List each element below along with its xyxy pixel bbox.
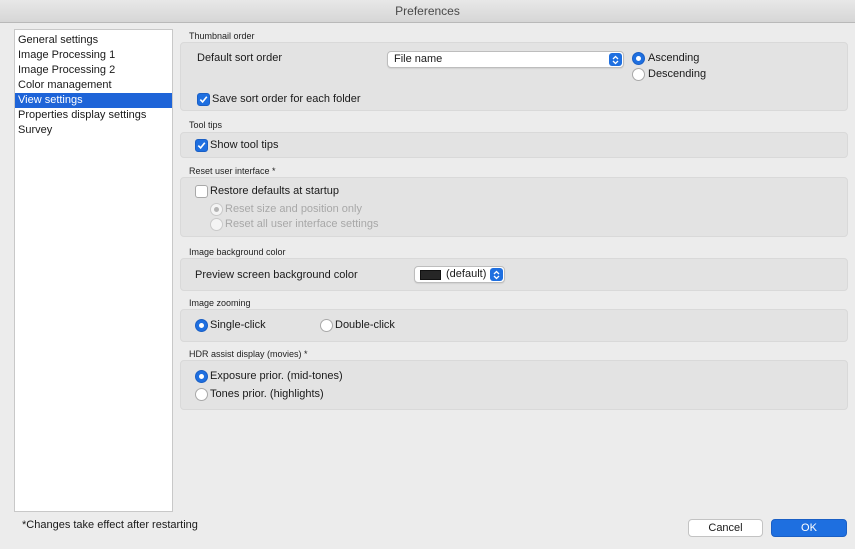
hdr-assist-heading: HDR assist display (movies) * xyxy=(189,349,308,359)
sidebar-item-view-settings[interactable]: View settings xyxy=(15,93,172,108)
background-color-value: (default) xyxy=(446,268,487,280)
chevron-updown-icon xyxy=(490,268,503,281)
checkmark-icon xyxy=(199,96,208,104)
save-sort-order-checkbox[interactable] xyxy=(197,93,210,106)
single-click-label[interactable]: Single-click xyxy=(210,319,266,331)
image-background-heading: Image background color xyxy=(189,247,286,257)
reset-size-position-label[interactable]: Reset size and position only xyxy=(225,203,362,215)
ok-button[interactable]: OK xyxy=(771,519,847,537)
sidebar-item-survey[interactable]: Survey xyxy=(15,123,172,138)
restore-defaults-checkbox[interactable] xyxy=(195,185,208,198)
tones-prior-label[interactable]: Tones prior. (highlights) xyxy=(210,388,324,400)
descending-radio[interactable] xyxy=(632,68,645,81)
ascending-radio[interactable] xyxy=(632,52,645,65)
cancel-button[interactable]: Cancel xyxy=(688,519,763,537)
sort-order-select[interactable]: File name xyxy=(387,51,624,68)
tool-tips-heading: Tool tips xyxy=(189,120,223,130)
descending-label[interactable]: Descending xyxy=(648,68,706,80)
reset-all-settings-label[interactable]: Reset all user interface settings xyxy=(225,218,378,230)
reset-ui-heading: Reset user interface * xyxy=(189,166,276,176)
exposure-prior-radio[interactable] xyxy=(195,370,208,383)
restore-defaults-label[interactable]: Restore defaults at startup xyxy=(210,185,339,197)
restart-note: *Changes take effect after restarting xyxy=(22,519,198,531)
double-click-label[interactable]: Double-click xyxy=(335,319,395,331)
image-background-group: Preview screen background color (default… xyxy=(180,258,848,291)
sidebar-item-color-management[interactable]: Color management xyxy=(15,78,172,93)
sidebar-item-general-settings[interactable]: General settings xyxy=(15,33,172,48)
chevron-updown-icon xyxy=(609,53,622,66)
single-click-radio[interactable] xyxy=(195,319,208,332)
checkmark-icon xyxy=(197,142,206,150)
show-tool-tips-checkbox[interactable] xyxy=(195,139,208,152)
show-tool-tips-label[interactable]: Show tool tips xyxy=(210,139,278,151)
image-zooming-heading: Image zooming xyxy=(189,298,251,308)
thumbnail-order-heading: Thumbnail order xyxy=(189,31,255,41)
sidebar-item-image-processing-1[interactable]: Image Processing 1 xyxy=(15,48,172,63)
image-zooming-group: Single-click Double-click xyxy=(180,309,848,342)
reset-size-position-radio[interactable] xyxy=(210,203,223,216)
preview-background-label: Preview screen background color xyxy=(195,269,358,281)
save-sort-order-label[interactable]: Save sort order for each folder xyxy=(212,93,361,105)
category-list: General settings Image Processing 1 Imag… xyxy=(14,29,173,512)
exposure-prior-label[interactable]: Exposure prior. (mid-tones) xyxy=(210,370,343,382)
reset-ui-group: Restore defaults at startup Reset size a… xyxy=(180,177,848,237)
sidebar-item-image-processing-2[interactable]: Image Processing 2 xyxy=(15,63,172,78)
sort-order-value: File name xyxy=(394,53,443,65)
hdr-assist-group: Exposure prior. (mid-tones) Tones prior.… xyxy=(180,360,848,410)
tool-tips-group: Show tool tips xyxy=(180,132,848,158)
sidebar-item-properties-display-settings[interactable]: Properties display settings xyxy=(15,108,172,123)
thumbnail-order-group: Default sort order File name Ascending D… xyxy=(180,42,848,111)
default-sort-order-label: Default sort order xyxy=(197,52,282,64)
ascending-label[interactable]: Ascending xyxy=(648,52,699,64)
reset-all-settings-radio[interactable] xyxy=(210,218,223,231)
window-title: Preferences xyxy=(0,0,855,23)
background-color-select[interactable]: (default) xyxy=(414,266,505,283)
color-swatch xyxy=(420,270,441,280)
tones-prior-radio[interactable] xyxy=(195,388,208,401)
view-settings-panel: Thumbnail order Default sort order File … xyxy=(180,29,848,512)
double-click-radio[interactable] xyxy=(320,319,333,332)
